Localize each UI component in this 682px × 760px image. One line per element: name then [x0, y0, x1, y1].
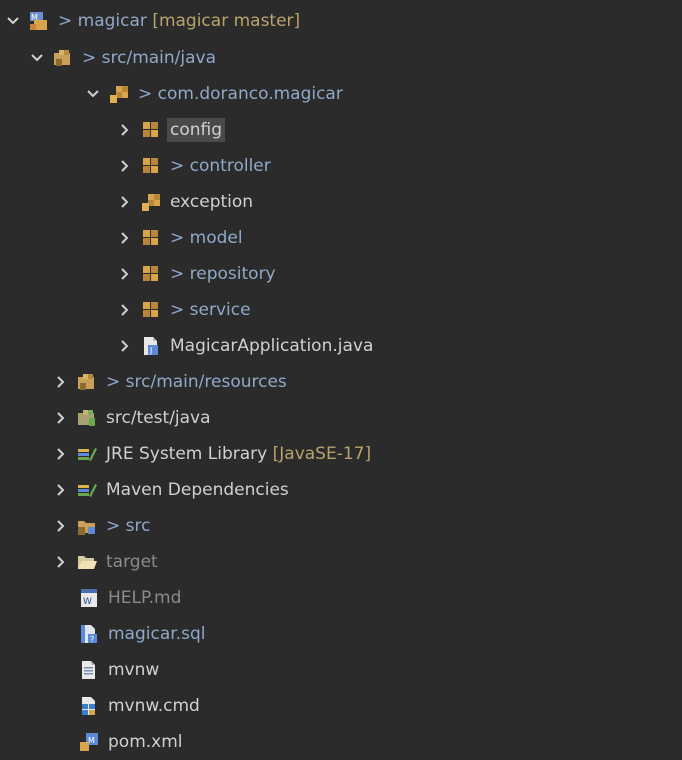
package-icon — [140, 299, 162, 321]
change-marker: > — [170, 264, 185, 284]
change-marker: > — [58, 11, 73, 31]
chevron-right-icon[interactable] — [54, 375, 68, 389]
change-marker: > — [138, 84, 153, 104]
chevron-right-icon[interactable] — [118, 303, 132, 317]
chevron-right-icon[interactable] — [54, 483, 68, 497]
tree-item-label: magicar.sql — [108, 624, 206, 644]
svg-text:?: ? — [90, 635, 94, 644]
chevron-down-icon[interactable] — [6, 14, 20, 28]
tree-item-maven-dependencies[interactable]: Maven Dependencies — [0, 472, 682, 508]
text-file-icon — [78, 659, 100, 681]
package-icon — [140, 155, 162, 177]
tree-item-repository[interactable]: > repository — [0, 256, 682, 292]
tree-item-label: controller — [189, 156, 271, 176]
chevron-down-icon[interactable] — [86, 87, 100, 101]
tree-item-exception[interactable]: exception — [0, 184, 682, 220]
change-marker: > — [82, 48, 97, 68]
library-icon — [76, 443, 98, 465]
chevron-right-icon[interactable] — [118, 159, 132, 173]
tree-item-label: Maven Dependencies — [106, 480, 289, 500]
git-branch-decoration: [magicar master] — [152, 11, 301, 31]
tree-item-label: pom.xml — [108, 732, 183, 752]
library-icon — [76, 479, 98, 501]
chevron-right-icon[interactable] — [54, 411, 68, 425]
java-file-icon: J — [140, 335, 162, 357]
change-marker: > — [170, 228, 185, 248]
tree-item-target[interactable]: target — [0, 544, 682, 580]
tree-item-mvnw[interactable]: mvnw — [0, 652, 682, 688]
change-marker: > — [106, 372, 121, 392]
tree-item-label: exception — [170, 192, 254, 212]
chevron-right-icon[interactable] — [118, 123, 132, 137]
jre-version-decoration: [JavaSE-17] — [272, 444, 372, 464]
tree-item-label: model — [189, 228, 243, 248]
change-marker: > — [106, 516, 121, 536]
source-folder-icon — [76, 407, 98, 429]
tree-item-model[interactable]: > model — [0, 220, 682, 256]
tree-item-label: src/test/java — [106, 408, 211, 428]
tree-item-label: MagicarApplication.java — [170, 336, 374, 356]
tree-item-config[interactable]: config — [0, 112, 682, 148]
tree-item-controller[interactable]: > controller — [0, 148, 682, 184]
folder-icon — [76, 515, 98, 537]
tree-item-src-main-resources[interactable]: > src/main/resources — [0, 364, 682, 400]
source-folder-icon — [76, 371, 98, 393]
chevron-right-icon[interactable] — [54, 447, 68, 461]
tree-item-src[interactable]: > src — [0, 508, 682, 544]
tree-item-label: HELP.md — [108, 588, 182, 608]
tree-item-magicar-sql[interactable]: ? magicar.sql — [0, 616, 682, 652]
change-marker: > — [170, 156, 185, 176]
chevron-right-icon[interactable] — [118, 267, 132, 281]
tree-item-label: com.doranco.magicar — [157, 84, 343, 104]
package-icon — [108, 83, 130, 105]
tree-item-label: mvnw — [108, 660, 160, 680]
package-icon — [140, 191, 162, 213]
change-marker: > — [170, 300, 185, 320]
chevron-right-icon[interactable] — [118, 195, 132, 209]
tree-item-src-test-java[interactable]: src/test/java — [0, 400, 682, 436]
chevron-right-icon[interactable] — [118, 231, 132, 245]
tree-item-magicar-application-java[interactable]: J MagicarApplication.java — [0, 328, 682, 364]
maven-project-icon: M — [28, 10, 50, 32]
tree-item-magicar-project[interactable]: M > magicar [magicar master] — [0, 3, 682, 39]
chevron-right-icon[interactable] — [118, 339, 132, 353]
tree-item-label: JRE System Library — [106, 444, 268, 464]
tree-item-help-md[interactable]: W HELP.md — [0, 580, 682, 616]
package-icon — [140, 263, 162, 285]
folder-icon — [76, 551, 98, 573]
chevron-down-icon[interactable] — [30, 51, 44, 65]
source-folder-icon — [52, 47, 74, 69]
tree-item-com-doranco-magicar[interactable]: > com.doranco.magicar — [0, 76, 682, 112]
tree-item-jre-system-library[interactable]: JRE System Library [JavaSE-17] — [0, 436, 682, 472]
tree-item-label: service — [189, 300, 251, 320]
tree-item-service[interactable]: > service — [0, 292, 682, 328]
sql-file-icon: ? — [78, 623, 100, 645]
tree-item-label: target — [106, 552, 158, 572]
tree-item-pom-xml[interactable]: M pom.xml — [0, 724, 682, 760]
tree-item-label: repository — [189, 264, 276, 284]
svg-text:J: J — [149, 346, 152, 355]
svg-text:W: W — [83, 597, 92, 607]
maven-pom-icon: M — [78, 731, 100, 753]
package-icon — [140, 119, 162, 141]
package-icon — [140, 227, 162, 249]
project-label: magicar — [77, 11, 147, 31]
tree-item-label: config — [167, 118, 226, 142]
tree-item-label: src/main/resources — [125, 372, 287, 392]
tree-item-mvnw-cmd[interactable]: mvnw.cmd — [0, 688, 682, 724]
chevron-right-icon[interactable] — [54, 519, 68, 533]
cmd-file-icon — [78, 695, 100, 717]
svg-text:M: M — [88, 736, 95, 745]
tree-item-label: mvnw.cmd — [108, 696, 200, 716]
tree-item-src-main-java[interactable]: > src/main/java — [0, 40, 682, 76]
project-explorer-tree: M > magicar [magicar master] > src/main/… — [0, 0, 682, 760]
tree-item-label: src/main/java — [101, 48, 217, 68]
chevron-right-icon[interactable] — [54, 555, 68, 569]
tree-item-label: src — [125, 516, 151, 536]
word-file-icon: W — [78, 587, 100, 609]
